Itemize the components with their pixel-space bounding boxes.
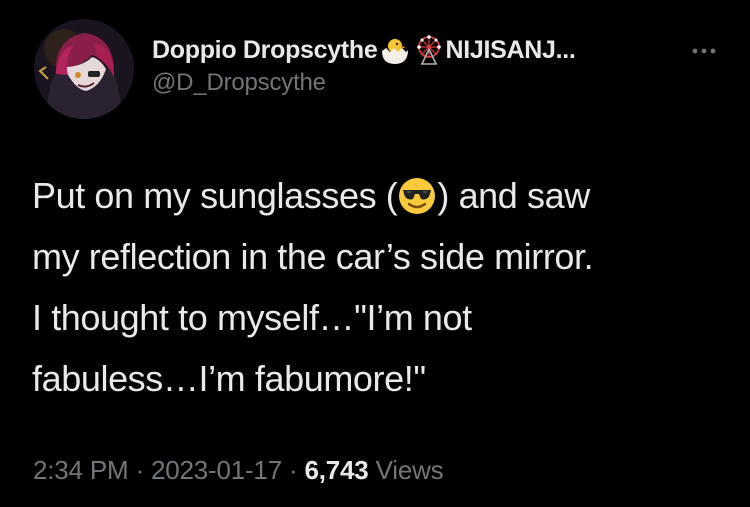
avatar[interactable] [34, 19, 134, 119]
meta-separator: · [128, 455, 151, 485]
author-name-suffix[interactable]: NIJISANJ... [445, 36, 575, 65]
tweet-header: Doppio Dropscythe NIJISANJ... @D_Dropscy… [152, 33, 712, 97]
ferris-wheel-icon [413, 35, 445, 65]
author-handle[interactable]: @D_Dropscythe [152, 69, 712, 97]
tweet-meta: 2:34 PM · 2023-01-17 · 6,743 Views [33, 455, 444, 486]
tweet-time[interactable]: 2:34 PM [33, 455, 129, 485]
views-count[interactable]: 6,743 [304, 455, 368, 485]
tweet-text: Put on my sunglasses ( ) and saw my refle… [32, 165, 722, 409]
tweet-text-after-emoji: ) and saw [437, 175, 590, 216]
tweet-text-before-emoji: Put on my sunglasses ( [32, 175, 398, 216]
views-label: Views [368, 455, 444, 485]
smiling-face-with-sunglasses-icon [398, 177, 436, 215]
tweet-text-line-1: Put on my sunglasses ( ) and saw [32, 165, 722, 226]
author-name-row[interactable]: Doppio Dropscythe NIJISANJ... [152, 33, 712, 67]
tweet-text-line-2: my reflection in the car’s side mirror. [32, 236, 594, 277]
tweet-text-line-3: I thought to myself…"I’m not [32, 297, 472, 338]
hatching-chick-icon [379, 35, 411, 65]
more-options-icon[interactable] [692, 44, 716, 56]
tweet-date[interactable]: 2023-01-17 [151, 455, 282, 485]
meta-separator: · [281, 455, 305, 485]
tweet: Doppio Dropscythe NIJISANJ... @D_Dropscy… [0, 0, 750, 507]
tweet-text-line-4: fabuless…I’m fabumore!" [32, 358, 426, 399]
author-display-name[interactable]: Doppio Dropscythe [152, 36, 378, 65]
